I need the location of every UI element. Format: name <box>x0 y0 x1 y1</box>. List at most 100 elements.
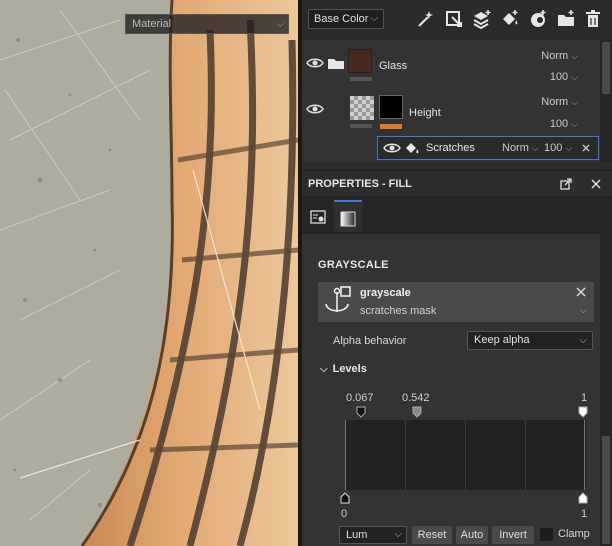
grid-line <box>405 420 406 490</box>
layer-row-glass[interactable]: Glass Norm ⌵ 100 ⌵ <box>302 40 600 90</box>
levels-bottom-bar: Lum ⌵ Reset Auto Invert Clamp <box>302 526 600 546</box>
chevron-down-icon: ⌵ <box>579 335 587 346</box>
levels-mode-label: Lum <box>346 529 368 541</box>
properties-header: PROPERTIES - FILL <box>302 170 612 196</box>
properties-tabs <box>302 196 612 234</box>
layer-list-scrollbar[interactable] <box>600 40 612 162</box>
blend-mode-label: Norm <box>502 142 529 154</box>
scrollbar-thumb[interactable] <box>602 42 610 94</box>
input-high-handle[interactable] <box>578 406 588 418</box>
layer-name: Glass <box>379 60 408 72</box>
alpha-behavior-label: Alpha behavior <box>333 335 407 347</box>
chevron-down-icon: ⌵ <box>565 143 573 153</box>
range-line-left <box>345 420 346 490</box>
chevron-down-icon: ⌵ <box>571 97 578 107</box>
resource-name: grayscale <box>360 287 411 299</box>
opacity-dropdown[interactable]: 100 ⌵ <box>550 71 578 83</box>
layer-color-bar <box>350 124 372 128</box>
grid-line <box>525 420 526 490</box>
blend-mode-dropdown[interactable]: Norm ⌵ <box>502 142 539 154</box>
grayscale-gradient-icon <box>340 211 356 227</box>
output-low-handle[interactable] <box>340 492 350 504</box>
mask-icon[interactable] <box>528 9 548 29</box>
chevron-down-icon: ⌵ <box>531 143 539 153</box>
tab-grayscale[interactable] <box>334 200 362 232</box>
levels-output-low[interactable]: 0 <box>341 508 347 520</box>
add-folder-icon[interactable] <box>556 9 576 29</box>
opacity-label: 100 <box>549 71 569 83</box>
levels-input-high[interactable]: 1 <box>581 392 587 404</box>
levels-input-low[interactable]: 0.067 <box>346 392 374 404</box>
close-icon[interactable] <box>582 144 590 152</box>
chevron-down-icon: ⌵ <box>571 119 578 129</box>
layer-name: Height <box>409 107 441 119</box>
invert-button[interactable]: Invert <box>492 526 534 544</box>
levels-section-toggle[interactable]: ⌵ Levels <box>320 363 367 375</box>
scrollbar-thumb[interactable] <box>602 436 610 544</box>
viewport-channel-label: Material <box>132 18 172 30</box>
section-heading: GRAYSCALE <box>318 259 389 271</box>
resource-slot[interactable]: grayscale scratches mask ⌵ <box>318 282 594 322</box>
add-layer-icon[interactable] <box>472 9 492 30</box>
chevron-down-icon: ⌵ <box>571 51 578 61</box>
material-settings-icon <box>310 210 326 224</box>
layer-thumbnail <box>348 49 372 73</box>
properties-scrollbar[interactable] <box>600 234 612 546</box>
visibility-eye-icon[interactable] <box>306 103 324 115</box>
clamp-checkbox[interactable] <box>540 528 553 541</box>
output-high-handle[interactable] <box>578 492 588 504</box>
anchor-icon <box>325 286 351 312</box>
opacity-dropdown[interactable]: 100 ⌵ <box>544 142 572 154</box>
chevron-down-icon: ⌵ <box>370 13 378 24</box>
levels-output-high[interactable]: 1 <box>581 508 587 520</box>
layer-toolbar: Base Color ⌵ <box>302 0 612 40</box>
tab-material[interactable] <box>304 200 332 232</box>
close-icon[interactable] <box>589 177 603 191</box>
effect-row-scratches[interactable]: Scratches Norm ⌵ 100 ⌵ <box>377 136 599 160</box>
folder-icon <box>328 59 344 69</box>
channel-dropdown-label: Base Color <box>314 13 369 25</box>
opacity-label: 100 <box>549 118 569 130</box>
layer-row-height[interactable]: Height Norm ⌵ 100 ⌵ <box>302 90 600 136</box>
levels-input-mid[interactable]: 0.542 <box>402 392 430 404</box>
input-mid-handle[interactable] <box>412 406 422 418</box>
delete-icon[interactable] <box>583 9 603 29</box>
chevron-down-icon: ⌵ <box>394 529 402 540</box>
3d-viewport[interactable]: Material ⌵ <box>0 0 298 546</box>
mask-color-bar <box>380 124 402 129</box>
clamp-label: Clamp <box>558 528 590 540</box>
fill-layer-icon[interactable] <box>500 9 520 29</box>
chevron-down-icon: ⌵ <box>571 72 578 82</box>
properties-title: PROPERTIES - FILL <box>308 178 412 190</box>
layer-list: Glass Norm ⌵ 100 ⌵ Height Norm ⌵ 100 ⌵ Scrat… <box>302 40 600 162</box>
popout-icon[interactable] <box>559 177 573 191</box>
layer-color-bar <box>350 77 372 81</box>
viewport-render <box>0 0 298 546</box>
auto-button[interactable]: Auto <box>456 526 488 544</box>
range-line-right <box>584 420 585 490</box>
magic-wand-icon[interactable] <box>415 9 435 29</box>
chevron-down-icon[interactable]: ⌵ <box>580 305 587 316</box>
fill-bucket-icon <box>406 143 419 154</box>
visibility-eye-icon[interactable] <box>306 57 324 69</box>
right-panel: Base Color ⌵ Glass Norm ⌵ 100 ⌵ Height N… <box>302 0 612 546</box>
visibility-eye-icon[interactable] <box>383 142 401 154</box>
channel-dropdown[interactable]: Base Color ⌵ <box>308 9 384 29</box>
levels-histogram <box>345 420 586 490</box>
mask-thumbnail[interactable] <box>379 95 403 119</box>
properties-body: GRAYSCALE grayscale scratches mask ⌵ Alp… <box>302 234 600 546</box>
opacity-dropdown[interactable]: 100 ⌵ <box>550 118 578 130</box>
chevron-down-icon: ⌵ <box>276 19 284 30</box>
add-effect-icon[interactable] <box>444 9 464 29</box>
viewport-channel-select[interactable]: Material ⌵ <box>125 14 289 34</box>
blend-mode-dropdown[interactable]: Norm ⌵ <box>541 50 578 62</box>
input-low-handle[interactable] <box>356 406 366 418</box>
blend-mode-label: Norm <box>541 96 569 108</box>
levels-mode-dropdown[interactable]: Lum ⌵ <box>339 526 407 544</box>
close-icon[interactable] <box>576 287 586 297</box>
alpha-behavior-dropdown[interactable]: Keep alpha ⌵ <box>467 331 593 350</box>
reset-button[interactable]: Reset <box>412 526 452 544</box>
blend-mode-label: Norm <box>541 50 569 62</box>
blend-mode-dropdown[interactable]: Norm ⌵ <box>541 96 578 108</box>
chevron-down-icon: ⌵ <box>320 364 328 375</box>
